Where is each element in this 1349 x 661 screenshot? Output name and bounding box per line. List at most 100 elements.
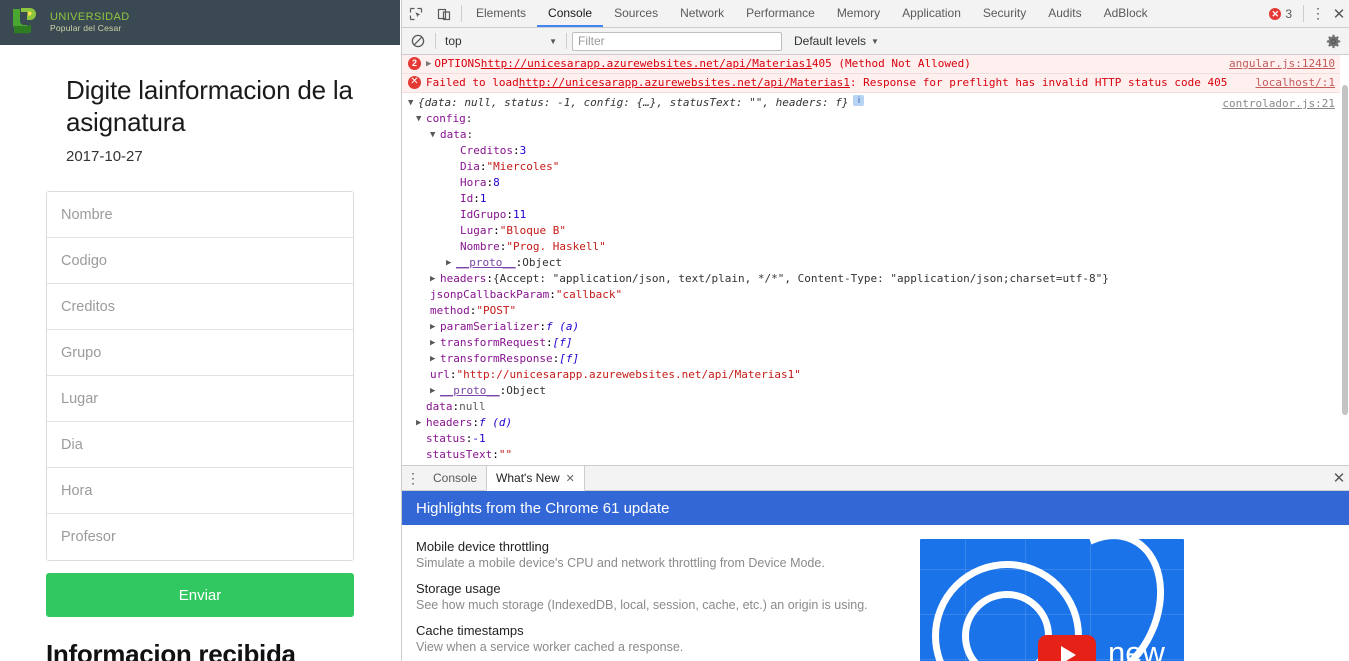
drawer-tabbar-spacer	[585, 466, 1329, 490]
tree-row-config[interactable]: config:	[402, 111, 1349, 127]
expand-arrow-icon[interactable]	[430, 351, 440, 367]
tab-security[interactable]: Security	[972, 0, 1037, 27]
tree-row-jsonpcallbackparam[interactable]: jsonpCallbackParam: "callback"	[402, 287, 1349, 303]
tree-row-proto-data[interactable]: __proto__: Object	[402, 255, 1349, 271]
whats-new-list: Mobile device throttling Simulate a mobi…	[416, 539, 916, 661]
tree-row-transformrequest[interactable]: transformRequest: [f]	[402, 335, 1349, 351]
tree-key: statusText	[426, 448, 493, 461]
collapse-arrow-icon[interactable]	[430, 127, 440, 143]
console-scrollbar[interactable]	[1340, 55, 1349, 465]
close-devtools-icon[interactable]: ✕	[1329, 0, 1349, 27]
console-messages[interactable]: 2 ▶ OPTIONS http://unicesarapp.azurewebs…	[402, 55, 1349, 465]
input-codigo[interactable]: Codigo	[47, 238, 353, 285]
message-repeat-badge: 2	[408, 57, 421, 70]
tree-row-url[interactable]: url: "http://unicesarapp.azurewebsites.n…	[402, 367, 1349, 383]
enviar-button[interactable]: Enviar	[46, 573, 354, 618]
input-lugar[interactable]: Lugar	[47, 376, 353, 423]
console-object-root[interactable]: {data: null, status: -1, config: {…}, st…	[402, 95, 1349, 111]
expand-arrow-icon[interactable]	[430, 319, 440, 335]
site-logo[interactable]: UNIVERSIDAD Popular del Cesar	[8, 5, 130, 41]
gear-icon[interactable]	[1326, 34, 1341, 49]
close-tab-icon[interactable]: ✕	[566, 472, 575, 485]
tab-network[interactable]: Network	[669, 0, 735, 27]
message-source-link[interactable]: angular.js:12410	[1229, 57, 1335, 71]
message-link[interactable]: http://unicesarapp.azurewebsites.net/api…	[481, 57, 812, 71]
tree-row-data[interactable]: data:	[402, 127, 1349, 143]
tree-row-method[interactable]: method: "POST"	[402, 303, 1349, 319]
expand-arrow-icon[interactable]: ▶	[426, 57, 431, 71]
collapse-arrow-icon[interactable]	[416, 111, 426, 127]
filter-input[interactable]	[572, 31, 782, 51]
collapse-arrow-icon[interactable]	[408, 95, 418, 111]
devtools-tab-list: Elements Console Sources Network Perform…	[465, 0, 1159, 27]
message-link[interactable]: http://unicesarapp.azurewebsites.net/api…	[519, 76, 850, 90]
console-message-options-405[interactable]: 2 ▶ OPTIONS http://unicesarapp.azurewebs…	[402, 55, 1349, 74]
tab-audits[interactable]: Audits	[1037, 0, 1092, 27]
drawer-tab-console[interactable]: Console	[424, 466, 486, 490]
tab-adblock[interactable]: AdBlock	[1093, 0, 1159, 27]
input-nombre[interactable]: Nombre	[47, 192, 353, 239]
execution-context-select[interactable]: top ▼	[441, 34, 561, 48]
info-icon[interactable]: i	[853, 95, 865, 106]
tree-sep: :	[486, 272, 493, 285]
tree-row-headers-root[interactable]: headers: f (d)	[402, 415, 1349, 431]
expand-arrow-icon[interactable]	[430, 271, 440, 287]
input-creditos[interactable]: Creditos	[47, 284, 353, 331]
tree-row-proto-config[interactable]: __proto__: Object	[402, 383, 1349, 399]
tree-row-hora[interactable]: Hora: 8	[402, 175, 1349, 191]
inspect-element-icon[interactable]	[402, 0, 430, 27]
youtube-play-icon[interactable]	[1038, 635, 1096, 661]
expand-arrow-icon[interactable]	[416, 415, 426, 431]
tree-row-id[interactable]: Id: 1	[402, 191, 1349, 207]
tree-row-data-null[interactable]: data: null	[402, 399, 1349, 415]
tree-row-statustext[interactable]: statusText: ""	[402, 447, 1349, 463]
tree-key: jsonpCallbackParam	[430, 288, 550, 301]
tree-value: {Accept: "application/json, text/plain, …	[492, 272, 1109, 285]
tree-key: headers	[426, 416, 473, 429]
tab-console[interactable]: Console	[537, 0, 604, 27]
more-options-icon[interactable]: ⋮	[1307, 0, 1329, 27]
object-source-link[interactable]: controlador.js:21	[1222, 96, 1335, 112]
tree-row-idgrupo[interactable]: IdGrupo: 11	[402, 207, 1349, 223]
tree-value: 11	[512, 208, 527, 221]
tab-sources[interactable]: Sources	[603, 0, 669, 27]
tree-row-transformresponse[interactable]: transformResponse: [f]	[402, 351, 1349, 367]
tree-value: -1	[472, 432, 486, 445]
filterbar-divider-1	[435, 33, 436, 49]
console-scrollbar-thumb[interactable]	[1342, 85, 1348, 415]
tree-value: Object	[506, 384, 546, 397]
tab-elements[interactable]: Elements	[465, 0, 537, 27]
expand-arrow-icon[interactable]	[446, 255, 456, 271]
clear-console-icon[interactable]	[406, 28, 430, 54]
tab-memory[interactable]: Memory	[826, 0, 891, 27]
input-hora[interactable]: Hora	[47, 468, 353, 515]
tree-row-creditos[interactable]: Creditos: 3	[402, 143, 1349, 159]
site-logo-text: UNIVERSIDAD Popular del Cesar	[50, 12, 130, 33]
message-source-link[interactable]: localhost/:1	[1256, 76, 1335, 90]
drawer-more-icon[interactable]: ⋮	[402, 466, 424, 490]
tree-row-lugar[interactable]: Lugar: "Bloque B"	[402, 223, 1349, 239]
tree-row-nombre[interactable]: Nombre: "Prog. Haskell"	[402, 239, 1349, 255]
tree-row-paramserializer[interactable]: paramSerializer: f (a)	[402, 319, 1349, 335]
console-message-failed-to-load[interactable]: ✕ Failed to load http://unicesarapp.azur…	[402, 74, 1349, 93]
brand-line-2: Popular del Cesar	[50, 22, 122, 33]
whats-new-video-thumbnail[interactable]: new	[920, 539, 1184, 661]
log-levels-select[interactable]: Default levels ▼	[794, 34, 879, 48]
tree-row-headers-config[interactable]: headers: {Accept: "application/json, tex…	[402, 271, 1349, 287]
tree-row-dia[interactable]: Dia: "Miercoles"	[402, 159, 1349, 175]
expand-arrow-icon[interactable]	[430, 383, 440, 399]
screen: UNIVERSIDAD Popular del Cesar Digite lai…	[0, 0, 1349, 661]
close-drawer-icon[interactable]: ✕	[1329, 466, 1349, 490]
error-count-indicator[interactable]: ✕ 3	[1269, 0, 1300, 27]
tree-row-status[interactable]: status: -1	[402, 431, 1349, 447]
toggle-device-toolbar-icon[interactable]	[430, 0, 458, 27]
tab-application[interactable]: Application	[891, 0, 972, 27]
input-profesor[interactable]: Profesor	[47, 514, 353, 561]
input-grupo[interactable]: Grupo	[47, 330, 353, 377]
error-circle-icon: ✕	[1269, 7, 1282, 20]
drawer-tab-whats-new[interactable]: What's New ✕	[486, 466, 585, 491]
expand-arrow-icon[interactable]	[430, 335, 440, 351]
tree-sep: :	[506, 208, 513, 221]
input-dia[interactable]: Dia	[47, 422, 353, 469]
tab-performance[interactable]: Performance	[735, 0, 826, 27]
